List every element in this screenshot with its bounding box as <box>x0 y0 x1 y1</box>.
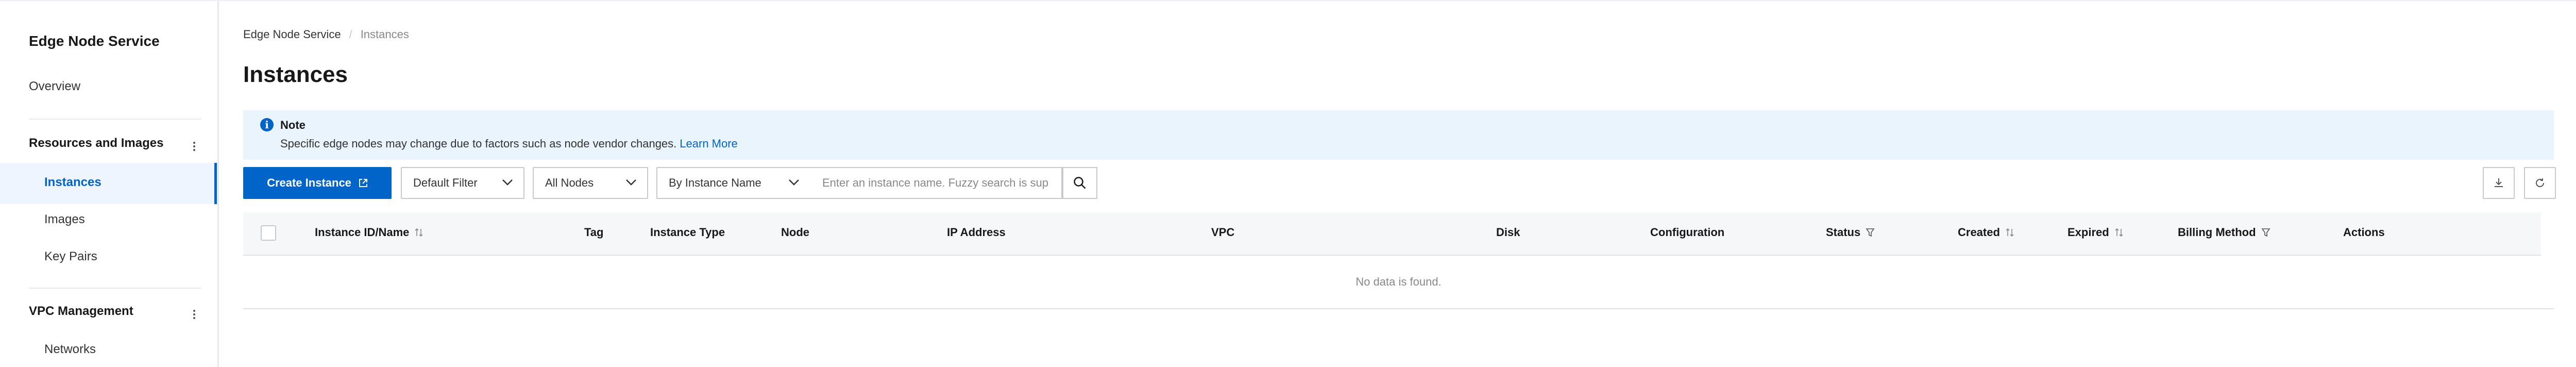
column-status[interactable]: Status <box>1826 226 1875 239</box>
chevron-down-icon <box>502 179 513 186</box>
sidebar: Edge Node Service Overview Resources and… <box>0 1 219 367</box>
external-link-icon <box>359 179 367 187</box>
sidebar-item-key-pairs[interactable]: Key Pairs <box>44 249 97 264</box>
empty-table-row: No data is found. <box>243 255 2554 309</box>
search-by-select[interactable]: By Instance Name <box>656 167 811 199</box>
breadcrumb: Edge Node Service / Instances <box>243 28 409 41</box>
breadcrumb-root[interactable]: Edge Node Service <box>243 28 341 41</box>
note-title: Note <box>280 119 306 131</box>
column-label: Configuration <box>1650 226 1725 239</box>
column-label: Status <box>1826 226 1861 239</box>
filter-select-value: Default Filter <box>413 176 478 189</box>
filter-icon[interactable] <box>1866 227 1875 238</box>
filter-icon[interactable] <box>2261 227 2270 238</box>
sidebar-active-indicator <box>214 163 217 204</box>
sort-icon[interactable] <box>414 227 423 238</box>
sidebar-item-overview[interactable]: Overview <box>29 79 80 94</box>
more-icon[interactable] <box>193 308 196 321</box>
sidebar-item-images[interactable]: Images <box>44 212 85 227</box>
create-instance-label: Create Instance <box>267 176 351 189</box>
column-disk: Disk <box>1496 226 1520 239</box>
table-header: Instance ID/Name Tag Instance Type Node … <box>243 212 2541 256</box>
column-node: Node <box>781 226 809 239</box>
sidebar-item-networks[interactable]: Networks <box>44 342 96 357</box>
column-vpc: VPC <box>1211 226 1234 239</box>
sidebar-divider <box>29 119 201 120</box>
note-message: Specific edge nodes may change due to fa… <box>280 137 677 150</box>
search-by-value: By Instance Name <box>669 176 761 189</box>
search-input-wrapper <box>810 167 1062 199</box>
refresh-button[interactable] <box>2524 167 2556 199</box>
search-input[interactable] <box>821 176 1050 190</box>
chevron-down-icon <box>626 179 636 186</box>
column-label: Actions <box>2343 226 2385 239</box>
create-instance-button[interactable]: Create Instance <box>243 167 392 199</box>
learn-more-link[interactable]: Learn More <box>680 137 738 150</box>
more-icon[interactable] <box>193 140 196 153</box>
nodes-select-value: All Nodes <box>545 176 594 189</box>
column-label: Tag <box>584 226 604 239</box>
sort-icon[interactable] <box>2005 227 2014 238</box>
note-text: Specific edge nodes may change due to fa… <box>280 137 738 151</box>
info-icon: i <box>260 118 274 131</box>
column-label: Expired <box>2067 226 2109 239</box>
note-banner: i Note Specific edge nodes may change du… <box>243 110 2554 160</box>
column-label: Node <box>781 226 809 239</box>
column-tag: Tag <box>584 226 603 239</box>
column-label: IP Address <box>947 226 1006 239</box>
column-configuration: Configuration <box>1650 226 1724 239</box>
sidebar-item-instances[interactable]: Instances <box>44 175 101 190</box>
nodes-select[interactable]: All Nodes <box>533 167 648 199</box>
column-ip-address: IP Address <box>947 226 1006 239</box>
sort-icon[interactable] <box>2114 227 2124 238</box>
sidebar-divider <box>29 288 201 289</box>
sidebar-title: Edge Node Service <box>29 33 160 49</box>
column-label: Instance Type <box>650 226 725 239</box>
column-label: Disk <box>1496 226 1520 239</box>
breadcrumb-current: Instances <box>360 28 409 41</box>
select-all-checkbox[interactable] <box>261 225 276 241</box>
download-icon <box>2495 178 2503 187</box>
chevron-down-icon <box>789 179 799 186</box>
breadcrumb-separator: / <box>349 28 352 41</box>
column-label: VPC <box>1211 226 1235 239</box>
top-divider <box>0 0 2576 1</box>
column-created[interactable]: Created <box>1958 226 2014 239</box>
column-label: Billing Method <box>2178 226 2256 239</box>
download-button[interactable] <box>2483 167 2515 199</box>
column-label: Instance ID/Name <box>315 226 410 239</box>
search-button[interactable] <box>1062 167 1097 199</box>
sidebar-group-vpc[interactable]: VPC Management <box>29 304 133 319</box>
filter-select[interactable]: Default Filter <box>401 167 524 199</box>
column-billing-method[interactable]: Billing Method <box>2178 226 2270 239</box>
page-title: Instances <box>243 62 348 87</box>
sidebar-active-highlight <box>0 163 217 204</box>
column-instance-id[interactable]: Instance ID/Name <box>315 226 423 239</box>
refresh-icon <box>2536 178 2544 187</box>
empty-state-text: No data is found. <box>1355 275 1442 288</box>
sidebar-group-resources[interactable]: Resources and Images <box>29 136 163 151</box>
column-instance-type: Instance Type <box>650 226 725 239</box>
search-icon <box>1074 177 1086 189</box>
column-expired[interactable]: Expired <box>2067 226 2124 239</box>
column-label: Created <box>1958 226 2000 239</box>
column-actions: Actions <box>2343 226 2385 239</box>
